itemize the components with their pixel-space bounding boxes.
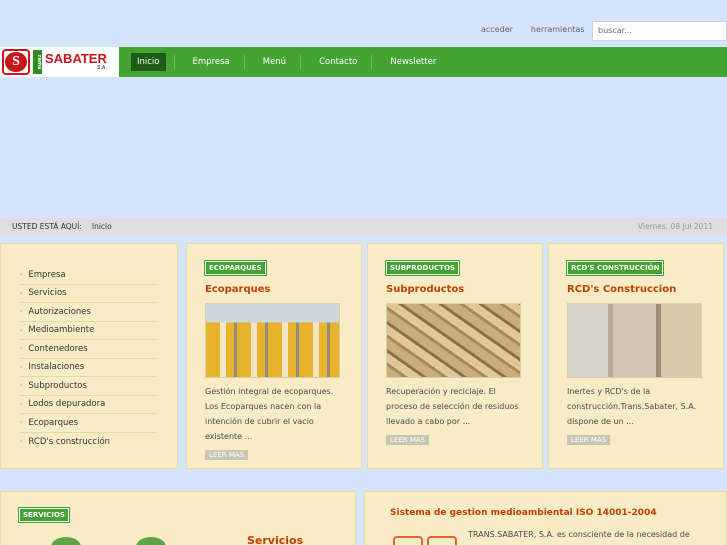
card-title[interactable]: RCD's Construccion [567, 284, 705, 295]
card-tag: RCD'S CONSTRUCCIÓN [565, 260, 665, 276]
card-subproductos: SUBPRODUCTOS Subproductos Recuperación y… [367, 243, 543, 469]
breadcrumb-current[interactable]: Inicio [92, 222, 112, 231]
card-text: Recuperación y reciclaje. El proceso de … [386, 387, 519, 426]
nav-divider [243, 55, 245, 69]
arrow-right-icon: › [20, 419, 23, 427]
sidebar-item-rcd[interactable]: › RCD's construcción [20, 433, 157, 452]
read-more-button[interactable]: LEER MAS [386, 435, 430, 445]
card-tag: ECOPARQUES [204, 260, 267, 276]
tools-link[interactable]: herramientas [531, 25, 585, 34]
arrow-right-icon: › [20, 289, 23, 297]
iso-badge-icon [427, 536, 457, 545]
arrow-right-icon: › [20, 363, 23, 371]
arrow-right-icon: › [20, 438, 23, 446]
servicios-tag: SERVICIOS [18, 507, 70, 523]
iso-text: TRANS.SABATER, S.A. es consciente de la … [468, 530, 690, 539]
iso-panel: Sistema de gestion medioambiental ISO 14… [364, 491, 727, 545]
servicios-image [51, 537, 81, 545]
breadcrumb-label: USTED ESTÁ AQUÍ: [12, 222, 82, 231]
arrow-right-icon: › [20, 382, 23, 390]
arrow-right-icon: › [20, 400, 23, 408]
card-text: Gestión integral de ecoparques. Los Ecop… [205, 387, 334, 441]
sidebar-item-empresa[interactable]: › Empresa [20, 266, 157, 285]
main-nav: Inicio Empresa Menú Contacto Newsletter [119, 47, 727, 77]
sidebar-item-servicios[interactable]: › Servicios [20, 285, 157, 303]
sidebar-item-lodos[interactable]: › Lodos depuradora [20, 396, 157, 414]
logo[interactable]: S rama SABATER S.A. [0, 47, 119, 77]
card-image[interactable] [567, 303, 702, 378]
logo-text: SABATER S.A. [45, 51, 107, 71]
nav-item-empresa[interactable]: Empresa [187, 53, 236, 71]
card-tag: SUBPRODUCTOS [385, 260, 460, 276]
servicios-panel: SERVICIOS Servicios [0, 491, 356, 545]
sidebar-item-medioambiente[interactable]: › Medioambiente [20, 322, 157, 340]
arrow-right-icon: › [20, 271, 23, 279]
card-text: Inertes y RCD's de la construcción.Trans… [567, 387, 697, 426]
arrow-right-icon: › [20, 308, 23, 316]
card-title[interactable]: Subproductos [386, 284, 524, 295]
sidebar-item-instalaciones[interactable]: › Instalaciones [20, 359, 157, 377]
sidebar-menu: › Empresa › Servicios › Autorizaciones › Med… [0, 243, 178, 469]
iso-badge-icon [393, 536, 423, 545]
read-more-button[interactable]: LEER MAS [205, 450, 249, 460]
nav-divider [371, 55, 373, 69]
read-more-button[interactable]: LEER MAS [567, 435, 611, 445]
iso-title[interactable]: Sistema de gestion medioambiental ISO 14… [390, 508, 726, 518]
logo-mark: rama [33, 50, 42, 74]
arrow-right-icon: › [20, 345, 23, 353]
breadcrumb: USTED ESTÁ AQUÍ: Inicio Viernes, 08 Jul … [0, 218, 727, 235]
sidebar-item-subproductos[interactable]: › Subproductos [20, 377, 157, 396]
nav-divider [173, 55, 175, 69]
nav-item-newsletter[interactable]: Newsletter [384, 53, 442, 71]
card-rcd: RCD'S CONSTRUCCIÓN RCD's Construccion In… [548, 243, 724, 469]
current-date: Viernes, 08 Jul 2011 [637, 222, 713, 231]
arrow-right-icon: › [20, 326, 23, 334]
card-title[interactable]: Ecoparques [205, 284, 343, 295]
search-input[interactable]: buscar... [592, 21, 727, 41]
servicios-title[interactable]: Servicios [247, 534, 303, 545]
card-ecoparques: ECOPARQUES Ecoparques Gestión integral d… [186, 243, 362, 469]
nav-item-inicio[interactable]: Inicio [131, 53, 166, 71]
nav-divider [300, 55, 302, 69]
login-link[interactable]: acceder [481, 25, 513, 34]
nav-item-contacto[interactable]: Contacto [313, 53, 363, 71]
sidebar-item-autorizaciones[interactable]: › Autorizaciones [20, 303, 157, 322]
sidebar-item-ecoparques[interactable]: › Ecoparques [20, 414, 157, 433]
card-image[interactable] [386, 303, 521, 378]
sidebar-item-contenedores[interactable]: › Contenedores [20, 340, 157, 359]
nav-item-menu[interactable]: Menú [257, 53, 292, 71]
logo-badge: S [2, 49, 30, 75]
card-image[interactable] [205, 303, 340, 378]
servicios-image [136, 537, 166, 545]
top-links: acceder herramientas [481, 25, 584, 34]
